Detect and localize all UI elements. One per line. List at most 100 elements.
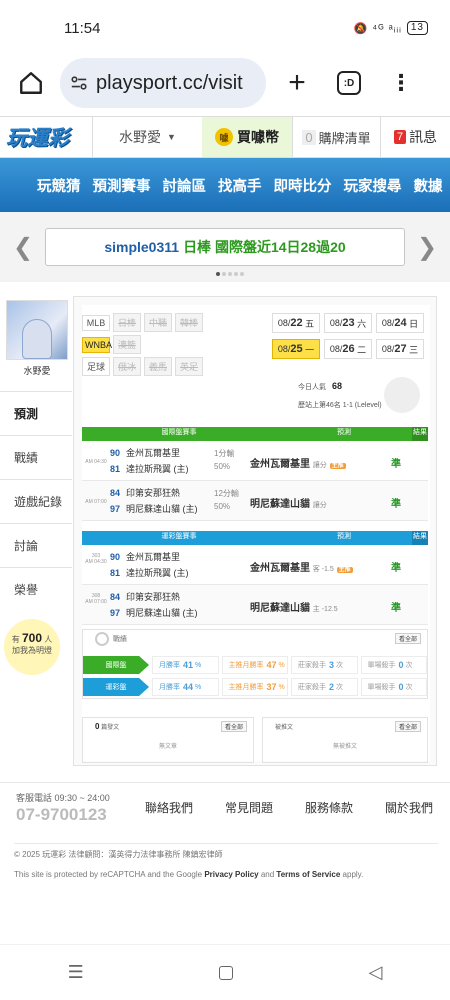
table-header: 國際盤賽事 預測 結果 bbox=[82, 427, 428, 441]
main-panel: MLB 日棒 中職 韓棒 WNBA 澳籃 足球 俄冰 義馬 英足 08/22 五 08/23 … bbox=[73, 296, 437, 766]
sidebar-item-honor[interactable]: 榮譽 bbox=[0, 567, 72, 611]
date-button[interactable]: 08/24 日 bbox=[376, 313, 424, 333]
nav-item[interactable]: 即時比分 bbox=[274, 175, 332, 196]
status-icons: 🔕 ⁴ᴳ ᵃᵢᵢᵢ 13 bbox=[354, 21, 428, 35]
record-icon bbox=[95, 632, 109, 646]
table-row[interactable]: AM 07:0084 97印第安那狂熱 明尼蘇達山貓 (主)12分輸 50% 明尼蘇達山… bbox=[82, 481, 428, 521]
footer: 客服電話 09:30 ~ 24:00 07-9700123 聯絡我們 常見問題 … bbox=[0, 782, 450, 842]
liked-see-all-button[interactable]: 看全部 bbox=[394, 721, 421, 732]
user-menu[interactable]: 水野愛 ▼ bbox=[92, 117, 202, 157]
avatar[interactable] bbox=[6, 300, 68, 360]
url-text: playsport.cc/visit bbox=[96, 71, 243, 94]
sport-wnba[interactable]: WNBA bbox=[82, 337, 112, 353]
phone-number: 07-9700123 bbox=[16, 805, 107, 824]
home-icon bbox=[20, 72, 42, 94]
terms-link[interactable]: Terms of Service bbox=[276, 870, 340, 879]
coin-icon: 噱 bbox=[215, 128, 233, 146]
lottery-table: 運彩盤賽事 預測 結果 303 AM 04:30 90 81金州瓦爾基里 達拉斯飛翼 (主)… bbox=[82, 531, 428, 625]
nav-item[interactable]: 討論區 bbox=[163, 175, 207, 196]
intl-table: 國際盤賽事 預測 結果 AM 04:3090 81金州瓦爾基里 達拉斯飛翼 (主)1分輸… bbox=[82, 427, 428, 521]
sidebar-item-discuss[interactable]: 討論 bbox=[0, 523, 72, 567]
date-button[interactable]: 08/23 六 bbox=[324, 313, 372, 333]
home-button[interactable] bbox=[12, 64, 50, 102]
date-button-selected[interactable]: 08/25 一 bbox=[272, 339, 320, 359]
battery-icon: 13 bbox=[406, 21, 428, 35]
hotline-label: 客服電話 09:30 ~ 24:00 bbox=[16, 793, 110, 803]
sidebar-item-record[interactable]: 戰績 bbox=[0, 435, 72, 479]
footer-link-contact[interactable]: 聯絡我們 bbox=[145, 799, 225, 816]
menu-button[interactable]: ⋮ bbox=[380, 62, 422, 104]
record-box: 戰績 看全部 國際盤 月勝率 41 % 主推月勝率 47 % 莊家殺手 3 次 單場殺… bbox=[82, 629, 428, 699]
sport-soccer[interactable]: 足球 bbox=[82, 357, 110, 376]
main-nav: 玩競猜 預測賽事 討論區 找高手 即時比分 玩家搜尋 數據 bbox=[0, 158, 450, 212]
tab-switcher-button[interactable]: :D bbox=[328, 62, 370, 104]
ticker-text: 日棒 國際盤近14日28過20 bbox=[183, 239, 346, 255]
address-bar[interactable]: playsport.cc/visit bbox=[60, 58, 266, 108]
more-vert-icon: ⋮ bbox=[390, 70, 412, 95]
footer-links: 聯絡我們 常見問題 服務條款 關於我們 bbox=[145, 799, 450, 816]
ticker-item[interactable]: simple0311 日棒 國際盤近14日28過20 bbox=[45, 228, 405, 266]
nav-item[interactable]: 數據 bbox=[414, 175, 443, 196]
cart-button[interactable]: 0 購牌清單 bbox=[292, 117, 380, 157]
signal-icon: 🔕 ⁴ᴳ ᵃᵢᵢᵢ bbox=[353, 22, 402, 35]
browser-toolbar: playsport.cc/visit + :D ⋮ bbox=[0, 56, 450, 110]
record-row: 國際盤 月勝率 41 % 主推月勝率 47 % 莊家殺手 3 次 單場殺手 0 次 bbox=[83, 654, 427, 676]
message-count: 7 bbox=[393, 130, 407, 144]
sport-row: 足球 俄冰 義馬 英足 bbox=[82, 357, 206, 376]
nav-item[interactable]: 玩競猜 bbox=[37, 175, 81, 196]
date-button[interactable]: 08/26 二 bbox=[324, 339, 372, 359]
copyright: © 2025 玩運彩 法律顧問：漢英得力法律事務所 陳鎮宏律師 This sit… bbox=[14, 843, 438, 885]
table-row[interactable]: 308 AM 07:00 84 97印第安那狂熱 明尼蘇達山貓 (主) 明尼蘇達山貓 主 … bbox=[82, 585, 428, 625]
record-see-all-button[interactable]: 看全部 bbox=[394, 633, 421, 644]
sport-mlb[interactable]: MLB bbox=[82, 315, 110, 331]
ticker: ❮ simple0311 日棒 國際盤近14日28過20 ❯ bbox=[0, 212, 450, 282]
popularity: 今日人氣 68 歷站上第46名 1-1 (Lelevel) bbox=[298, 381, 382, 409]
record-title-row: 戰績 看全部 bbox=[83, 630, 427, 654]
light-bulb-badge[interactable]: 有 700 人 加我為明燈 bbox=[4, 619, 60, 675]
status-bar: 11:54 🔕 ⁴ᴳ ᵃᵢᵢᵢ 13 bbox=[0, 0, 450, 56]
mascot-icon bbox=[384, 377, 420, 413]
footer-link-terms[interactable]: 服務條款 bbox=[305, 799, 385, 816]
plus-icon: + bbox=[288, 66, 306, 99]
recents-icon[interactable]: ☰ bbox=[68, 962, 84, 983]
table-row[interactable]: AM 04:3090 81金州瓦爾基里 達拉斯飛翼 (主)1分輸 50% 金州瓦爾基里 … bbox=[82, 441, 428, 481]
ticker-user: simple0311 bbox=[104, 239, 180, 255]
date-selector: 08/22 五 08/23 六 08/24 日 08/25 一 08/26 二 … bbox=[272, 313, 424, 359]
table-header: 運彩盤賽事 預測 結果 bbox=[82, 531, 428, 545]
cart-count: 0 bbox=[302, 129, 316, 145]
profile-name: 水野愛 bbox=[23, 366, 51, 376]
posts-see-all-button[interactable]: 看全部 bbox=[220, 721, 247, 732]
chevron-left-icon[interactable]: ❮ bbox=[10, 233, 36, 262]
home-square-icon[interactable] bbox=[219, 965, 234, 980]
site-settings-icon[interactable] bbox=[70, 74, 88, 92]
table-row[interactable]: 303 AM 04:30 90 81金州瓦爾基里 達拉斯飛翼 (主) 金州瓦爾基里 客 -… bbox=[82, 545, 428, 585]
back-icon[interactable]: ◁ bbox=[368, 962, 382, 983]
sidebar-item-history[interactable]: 遊戲紀錄 bbox=[0, 479, 72, 523]
new-tab-button[interactable]: + bbox=[276, 62, 318, 104]
liked-posts-box: 被推文 看全部 無被推文 bbox=[262, 717, 428, 763]
message-button[interactable]: 7 訊息 bbox=[380, 117, 450, 157]
footer-link-about[interactable]: 關於我們 bbox=[385, 799, 450, 816]
system-nav-bar: ☰ ◁ bbox=[0, 944, 450, 1000]
sport-row: MLB 日棒 中職 韓棒 bbox=[82, 313, 206, 332]
record-row: 運彩盤 月勝率 44 % 主推月勝率 37 % 莊家殺手 2 次 單場殺手 0 次 bbox=[83, 676, 427, 698]
nav-item[interactable]: 玩家搜尋 bbox=[344, 175, 402, 196]
sidebar-item-predict[interactable]: 預測 bbox=[0, 391, 72, 435]
nav-item[interactable]: 找高手 bbox=[218, 175, 262, 196]
profile-sidebar: 水野愛 預測 戰績 遊戲紀錄 討論 榮譽 有 700 人 加我為明燈 bbox=[0, 296, 72, 675]
carousel-dots bbox=[216, 272, 244, 276]
site-header: 玩運彩 水野愛 ▼ 噱買噱幣 0 購牌清單 7 訊息 bbox=[0, 116, 450, 158]
buy-coin-button[interactable]: 噱買噱幣 bbox=[202, 117, 292, 157]
sport-row: WNBA 澳籃 bbox=[82, 335, 144, 354]
nav-item[interactable]: 預測賽事 bbox=[93, 175, 151, 196]
status-time: 11:54 bbox=[64, 19, 101, 37]
date-button[interactable]: 08/22 五 bbox=[272, 313, 320, 333]
footer-link-faq[interactable]: 常見問題 bbox=[225, 799, 305, 816]
date-button[interactable]: 08/27 三 bbox=[376, 339, 424, 359]
chevron-right-icon[interactable]: ❯ bbox=[414, 233, 440, 262]
posts-box: 0 篇發文 看全部 無文章 bbox=[82, 717, 254, 763]
privacy-link[interactable]: Privacy Policy bbox=[204, 870, 258, 879]
site-logo[interactable]: 玩運彩 bbox=[0, 117, 92, 157]
caret-down-icon: ▼ bbox=[167, 132, 176, 142]
tabs-icon: :D bbox=[337, 71, 361, 95]
